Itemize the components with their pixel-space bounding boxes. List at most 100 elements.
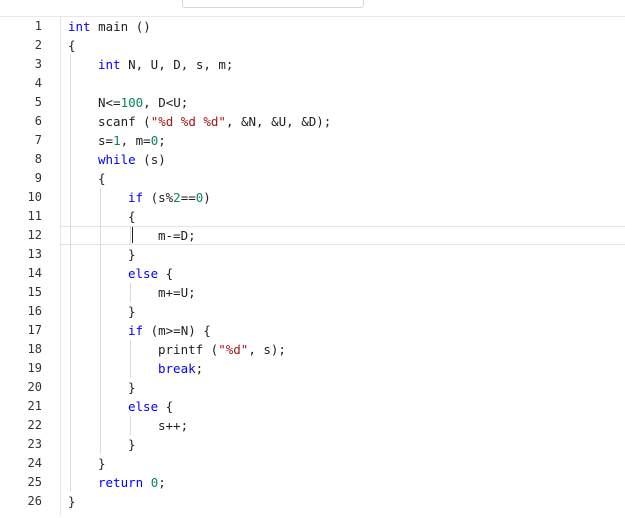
keyword-token: if	[128, 323, 144, 338]
line-number: 26	[27, 494, 42, 508]
code-line[interactable]: else {	[128, 397, 173, 416]
code-line[interactable]: if (s%2==0)	[128, 188, 211, 207]
line-number: 15	[27, 285, 42, 299]
code-token: {	[98, 171, 106, 186]
keyword-token: if	[128, 190, 144, 205]
code-token: }	[68, 494, 76, 509]
line-number: 20	[27, 380, 42, 394]
indent-guide	[70, 55, 71, 492]
line-number: 13	[27, 247, 42, 261]
indent-guide	[130, 226, 131, 245]
code-token: , s);	[248, 342, 286, 357]
indent-guide	[130, 340, 131, 378]
line-number: 14	[27, 266, 42, 280]
top-input-box[interactable]	[182, 0, 364, 8]
code-token: printf (	[158, 342, 219, 357]
code-line[interactable]: else {	[128, 264, 173, 283]
code-line[interactable]: return 0;	[98, 473, 166, 492]
code-line[interactable]: {	[68, 36, 76, 55]
code-token: , m=	[120, 133, 151, 148]
code-line[interactable]: int N, U, D, s, m;	[98, 55, 233, 74]
code-token: ;	[158, 133, 166, 148]
code-token: N, U, D, s, m;	[120, 57, 234, 72]
code-line[interactable]: }	[128, 302, 136, 321]
code-line[interactable]: }	[98, 454, 106, 473]
code-token: {	[158, 266, 174, 281]
code-token: {	[68, 38, 76, 53]
code-line[interactable]: break;	[158, 359, 203, 378]
code-line[interactable]: N<=100, D<U;	[98, 93, 188, 112]
number-token: 100	[120, 95, 144, 110]
code-line[interactable]: while (s)	[98, 150, 166, 169]
indent-guide	[130, 283, 131, 302]
code-token: {	[128, 209, 136, 224]
code-line[interactable]: int main ()	[68, 17, 151, 36]
code-token: N<=	[98, 95, 121, 110]
code-line[interactable]: }	[128, 378, 136, 397]
code-token: }	[128, 380, 136, 395]
code-line[interactable]: printf ("%d", s);	[158, 340, 286, 359]
text-caret	[132, 227, 133, 243]
line-number: 16	[27, 304, 42, 318]
code-line[interactable]: }	[128, 435, 136, 454]
code-editor[interactable]: 1 2 3 4 5 6 7 8 9 10 11 12 13 14 15 16 17 18 19 20 21 22 23 24 2…	[0, 16, 625, 515]
code-token: (s%	[143, 190, 174, 205]
line-number: 18	[27, 342, 42, 356]
string-token: "%d"	[218, 342, 249, 357]
line-number: 23	[27, 437, 42, 451]
line-number: 25	[27, 475, 42, 489]
number-token: 1	[113, 133, 121, 148]
code-token: ==	[180, 190, 196, 205]
code-line[interactable]: {	[98, 169, 106, 188]
line-number: 6	[34, 114, 42, 128]
code-area[interactable]: int main () { int N, U, D, s, m; N<=100, D<…	[60, 17, 625, 515]
code-line[interactable]: if (m>=N) {	[128, 321, 211, 340]
code-token: scanf (	[98, 114, 151, 129]
code-line[interactable]: {	[128, 207, 136, 226]
line-number: 19	[27, 361, 42, 375]
code-token: , D<U;	[143, 95, 189, 110]
line-number: 4	[34, 76, 42, 90]
code-token: ;	[158, 475, 166, 490]
code-line[interactable]: m+=U;	[158, 283, 196, 302]
code-line[interactable]: }	[68, 492, 76, 511]
line-number: 11	[27, 209, 42, 223]
line-number: 12	[27, 228, 42, 242]
keyword-token: else	[128, 399, 159, 414]
code-token: , &N, &U, &D);	[225, 114, 332, 129]
line-number: 7	[34, 133, 42, 147]
line-number: 8	[34, 152, 42, 166]
line-number: 1	[34, 19, 42, 33]
keyword-token: break	[158, 361, 196, 376]
line-number-gutter: 1 2 3 4 5 6 7 8 9 10 11 12 13 14 15 16 17 18 19 20 21 22 23 24 2…	[0, 17, 61, 515]
code-line[interactable]: s=1, m=0;	[98, 131, 166, 150]
line-number: 24	[27, 456, 42, 470]
indent-guide	[100, 188, 101, 454]
code-token: }	[128, 304, 136, 319]
code-line[interactable]: s++;	[158, 416, 188, 435]
line-number: 5	[34, 95, 42, 109]
code-token: (m>=N) {	[143, 323, 211, 338]
line-number: 2	[34, 38, 42, 52]
line-number: 3	[34, 57, 42, 71]
code-token: main ()	[90, 19, 151, 34]
line-number: 17	[27, 323, 42, 337]
code-token: }	[98, 456, 106, 471]
code-token: }	[128, 437, 136, 452]
code-token: }	[128, 247, 136, 262]
code-line[interactable]: m-=D;	[158, 226, 196, 245]
keyword-token: else	[128, 266, 159, 281]
keyword-token: while	[98, 152, 136, 167]
line-number: 9	[34, 171, 42, 185]
code-token: m-=D;	[158, 228, 196, 243]
code-line[interactable]: scanf ("%d %d %d", &N, &U, &D);	[98, 112, 331, 131]
code-token: m+=U;	[158, 285, 196, 300]
keyword-token: int	[68, 19, 91, 34]
code-token: (s)	[135, 152, 166, 167]
keyword-token: return	[98, 475, 144, 490]
code-token: s=	[98, 133, 114, 148]
code-token: ;	[195, 361, 204, 376]
code-token: s++;	[158, 418, 189, 433]
code-line[interactable]: }	[128, 245, 136, 264]
